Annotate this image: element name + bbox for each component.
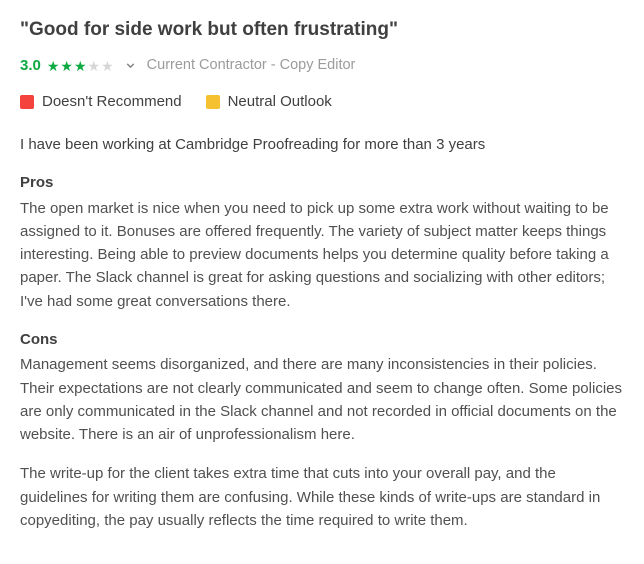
pros-body: The open market is nice when you need to… [20,197,624,313]
indicator-label: Doesn't Recommend [42,91,182,114]
cons-body-2: The write-up for the client takes extra … [20,462,624,532]
review-title: "Good for side work but often frustratin… [20,16,624,45]
star-icon: ★ [47,59,60,73]
cons-heading: Cons [20,329,624,352]
pros-heading: Pros [20,172,624,195]
star-icon: ★ [88,59,101,73]
indicator-label: Neutral Outlook [228,91,332,114]
recommend-indicator: Doesn't Recommend [20,91,182,114]
indicator-row: Doesn't Recommend Neutral Outlook [20,91,624,114]
outlook-indicator: Neutral Outlook [206,91,332,114]
star-icon: ★ [74,59,87,73]
rating-value: 3.0 [20,55,41,78]
star-icon: ★ [101,59,114,73]
square-icon [20,95,34,109]
meta-row: 3.0 ★ ★ ★ ★ ★ Current Contractor - Copy … [20,55,624,78]
chevron-down-icon[interactable] [124,59,137,72]
cons-body-1: Management seems disorganized, and there… [20,353,624,446]
review-author: Current Contractor - Copy Editor [147,55,356,77]
star-icon: ★ [60,59,73,73]
rating-stars: ★ ★ ★ ★ ★ [47,59,114,73]
square-icon [206,95,220,109]
tenure-text: I have been working at Cambridge Proofre… [20,134,624,157]
